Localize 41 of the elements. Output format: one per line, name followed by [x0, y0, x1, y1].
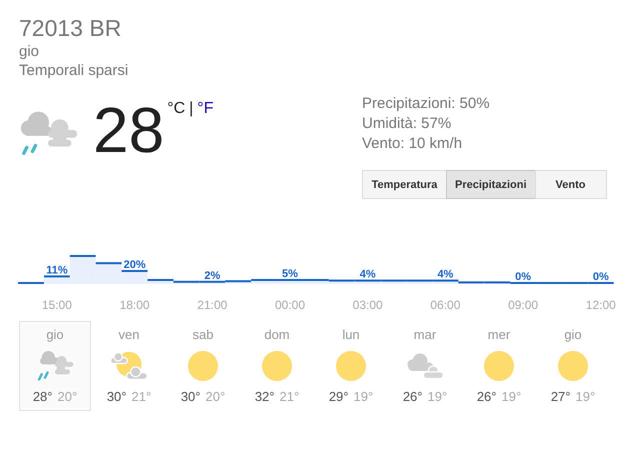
value-label: 2% [204, 270, 220, 282]
value-label: 5% [282, 268, 298, 280]
time-label: 12:00 [586, 298, 616, 312]
time-label: 03:00 [352, 298, 383, 312]
time-label: 06:00 [430, 298, 460, 312]
high-temperature: 28° [32, 389, 52, 404]
time-label: 18:00 [120, 298, 150, 312]
low-temperature: 20° [58, 389, 78, 404]
time-label: 00:00 [274, 298, 306, 312]
value-label: 0% [515, 271, 532, 283]
time-label: 21:00 [197, 298, 228, 312]
low-temperature: 19° [502, 389, 522, 404]
value-label: 4% [437, 268, 454, 281]
condition-label: Temporali sparsi [19, 61, 130, 80]
high-temperature: 30° [106, 389, 126, 404]
time-label: 15:00 [42, 298, 72, 312]
high-temperature: 27° [550, 389, 570, 404]
low-temperature: 21° [280, 389, 300, 404]
unit-separator: | [189, 100, 194, 118]
value-label: 20% [124, 259, 146, 271]
current-temperature: 28 [93, 98, 164, 162]
value-label: 0% [592, 271, 609, 283]
low-temperature: 20° [206, 389, 226, 404]
high-temperature: 32° [254, 389, 274, 404]
high-temperature: 30° [180, 389, 200, 404]
low-temperature: 19° [354, 389, 374, 404]
time-label: 09:00 [508, 298, 538, 312]
low-temperature: 21° [132, 389, 152, 404]
weather-detail: Umidità: 57% [362, 114, 452, 134]
low-temperature: 19° [576, 389, 596, 404]
low-temperature: 19° [428, 389, 448, 404]
high-temperature: 26° [402, 389, 422, 404]
unit-label: °C [167, 100, 186, 118]
value-label: 11% [46, 264, 68, 276]
value-label: 4% [360, 268, 376, 281]
location-title: 72013 BR [19, 14, 122, 42]
weather-detail: Vento: 10 km/h [362, 134, 464, 154]
weather-detail: Precipitazioni: 50% [362, 94, 491, 114]
day-label: gio [19, 42, 40, 61]
high-temperature: 26° [476, 389, 496, 404]
high-temperature: 29° [328, 389, 348, 404]
